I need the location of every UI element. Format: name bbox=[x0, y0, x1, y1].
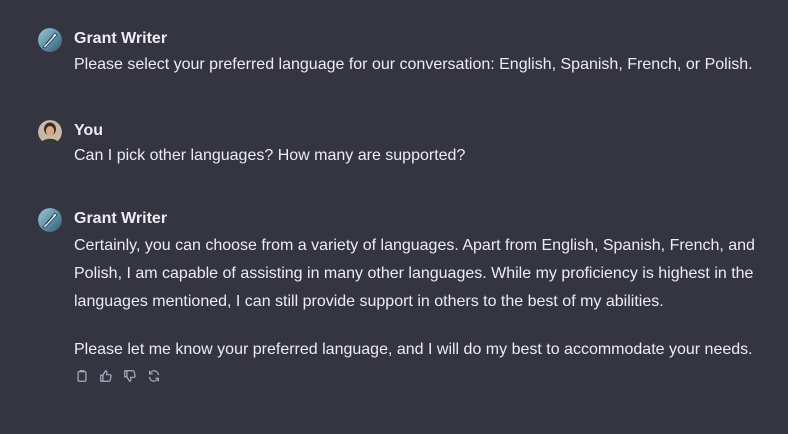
thumbs-up-icon[interactable] bbox=[98, 368, 114, 384]
regenerate-icon[interactable] bbox=[146, 368, 162, 384]
message-author: You bbox=[74, 122, 104, 139]
feather-pen-avatar-icon bbox=[38, 208, 62, 232]
message-actions bbox=[74, 368, 162, 384]
message-body: Certainly, you can choose from a variety… bbox=[74, 232, 768, 364]
user-photo-avatar-icon bbox=[38, 120, 62, 144]
message-body: Can I pick other languages? How many are… bbox=[74, 144, 768, 168]
message-author: Grant Writer bbox=[74, 210, 168, 227]
chat-transcript: Grant Writer Please select your preferre… bbox=[0, 0, 788, 434]
copy-icon[interactable] bbox=[74, 368, 90, 384]
message-paragraph: Can I pick other languages? How many are… bbox=[74, 147, 466, 164]
feather-pen-avatar-icon bbox=[38, 28, 62, 52]
message-body: Please select your preferred language fo… bbox=[74, 52, 768, 78]
thumbs-down-icon[interactable] bbox=[122, 368, 138, 384]
message-paragraph: Please let me know your preferred langua… bbox=[74, 341, 753, 358]
message-author: Grant Writer bbox=[74, 30, 168, 47]
message-paragraph: Please select your preferred language fo… bbox=[74, 56, 753, 73]
message-paragraph: Certainly, you can choose from a variety… bbox=[74, 237, 755, 310]
